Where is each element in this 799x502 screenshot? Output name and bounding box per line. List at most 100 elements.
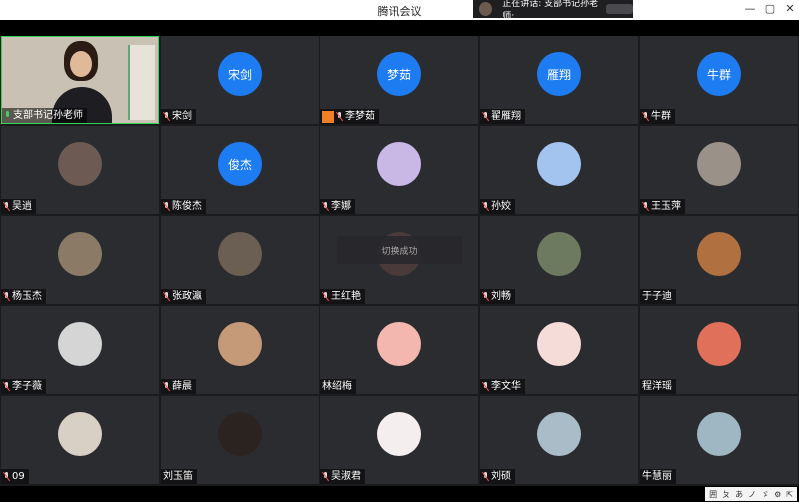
- avatar: [377, 142, 421, 186]
- participant-name: 程洋瑶: [642, 381, 672, 392]
- participant-name-tag: 张政瀛: [161, 289, 206, 304]
- participant-name: 李文华: [491, 381, 521, 392]
- participant-tile[interactable]: 孙姣: [480, 126, 638, 214]
- avatar: [537, 232, 581, 276]
- mic-muted-icon: [163, 382, 170, 391]
- avatar: [58, 232, 102, 276]
- participant-name: 王玉萍: [651, 201, 681, 212]
- participant-name-tag: 于子迪: [640, 289, 676, 304]
- mic-muted-icon: [163, 202, 170, 211]
- video-background: [128, 45, 155, 120]
- avatar: [377, 322, 421, 366]
- participant-tile[interactable]: 俊杰 陈俊杰: [161, 126, 319, 214]
- participant-tile[interactable]: 牛慧丽: [640, 396, 798, 484]
- ime-toolbar[interactable]: 囲ㄆあノゞ ⚙ ⇱: [705, 487, 797, 501]
- ime-item[interactable]: ゞ: [761, 489, 769, 500]
- participant-tile[interactable]: 09: [1, 396, 159, 484]
- mic-muted-icon: [3, 472, 10, 481]
- maximize-button[interactable]: ▢: [761, 2, 779, 16]
- participant-tile[interactable]: 于子迪: [640, 216, 798, 304]
- mic-muted-icon: [482, 202, 489, 211]
- title-bar: 腾讯会议 正在讲话: 支部书记孙老师; — ▢ ✕: [0, 0, 799, 22]
- participant-name-tag: 杨玉杰: [1, 289, 46, 304]
- mic-muted-icon: [322, 472, 329, 481]
- mic-muted-icon: [3, 382, 10, 391]
- participant-name: 刘畅: [491, 291, 511, 302]
- participant-name-tag: 陈俊杰: [161, 199, 206, 214]
- participant-name-tag: 吴淑君: [320, 469, 365, 484]
- avatar: 梦茹: [377, 52, 421, 96]
- participant-tile[interactable]: 李子薇: [1, 306, 159, 394]
- participant-tile[interactable]: 牛群 牛群: [640, 36, 798, 124]
- mic-muted-icon: [482, 112, 489, 121]
- participant-name-tag: 孙姣: [480, 199, 515, 214]
- toast-message: 切换成功: [337, 236, 462, 264]
- avatar: [697, 232, 741, 276]
- participant-name-tag: 薛晨: [161, 379, 196, 394]
- bottom-bar: 囲ㄆあノゞ ⚙ ⇱: [0, 486, 799, 502]
- participant-name: 宋剑: [172, 111, 192, 122]
- participant-name: 王红艳: [331, 291, 361, 302]
- participant-name: 陈俊杰: [172, 201, 202, 212]
- participant-name-tag: 王红艳: [320, 289, 365, 304]
- participant-name-tag: 王玉萍: [640, 199, 685, 214]
- participant-tile[interactable]: 刘硕: [480, 396, 638, 484]
- participant-tile[interactable]: 吴淑君: [320, 396, 478, 484]
- ime-item[interactable]: あ: [735, 489, 743, 500]
- ime-item[interactable]: ノ: [748, 489, 756, 500]
- participant-name: 09: [12, 471, 25, 482]
- speaking-label: 正在讲话: 支部书记孙老师;: [502, 0, 599, 22]
- participant-tile[interactable]: 宋剑 宋剑: [161, 36, 319, 124]
- participant-tile[interactable]: 吴逍: [1, 126, 159, 214]
- participant-name-tag: 09: [1, 469, 29, 484]
- participant-tile[interactable]: 刘玉笛: [161, 396, 319, 484]
- avatar: [697, 142, 741, 186]
- participant-tile[interactable]: 杨玉杰: [1, 216, 159, 304]
- participant-name: 吴逍: [12, 201, 32, 212]
- ime-item[interactable]: ㄆ: [722, 489, 730, 500]
- ime-item[interactable]: ⇱: [786, 490, 793, 499]
- participant-name: 翟雁翔: [491, 111, 521, 122]
- participant-tile[interactable]: 王玉萍: [640, 126, 798, 214]
- participant-tile[interactable]: 薛晨: [161, 306, 319, 394]
- participant-name-tag: 李娜: [320, 199, 355, 214]
- participant-tile[interactable]: 程洋瑶: [640, 306, 798, 394]
- participant-name: 薛晨: [172, 381, 192, 392]
- close-button[interactable]: ✕: [781, 2, 799, 16]
- mic-muted-icon: [3, 292, 10, 301]
- participant-name: 李娜: [331, 201, 351, 212]
- avatar: [377, 412, 421, 456]
- participant-tile[interactable]: 刘畅: [480, 216, 638, 304]
- mic-muted-icon: [322, 202, 329, 211]
- mic-muted-icon: [3, 202, 10, 211]
- participant-tile[interactable]: 梦茹 李梦茹: [320, 36, 478, 124]
- avatar: 宋剑: [218, 52, 262, 96]
- participant-tile[interactable]: 李文华: [480, 306, 638, 394]
- avatar: [537, 322, 581, 366]
- participant-name-tag: 刘玉笛: [161, 469, 197, 484]
- participant-tile[interactable]: 张政瀛: [161, 216, 319, 304]
- participant-name-tag: 牛群: [640, 109, 675, 124]
- minimize-button[interactable]: —: [741, 2, 759, 16]
- mic-icon: [4, 111, 11, 120]
- mic-muted-icon: [482, 472, 489, 481]
- window-title: 腾讯会议: [377, 5, 422, 18]
- blurred-text: [606, 4, 633, 14]
- avatar: [58, 322, 102, 366]
- ime-item[interactable]: ⚙: [774, 490, 781, 499]
- speaking-indicator: 正在讲话: 支部书记孙老师;: [473, 0, 633, 22]
- participant-tile[interactable]: 雁翔 翟雁翔: [480, 36, 638, 124]
- avatar: [537, 412, 581, 456]
- participant-name: 于子迪: [642, 291, 672, 302]
- participant-name: 张政瀛: [172, 291, 202, 302]
- ime-item[interactable]: 囲: [709, 489, 717, 500]
- participant-tile[interactable]: 支部书记孙老师: [1, 36, 159, 124]
- participant-name: 杨玉杰: [12, 291, 42, 302]
- participant-name-tag: 李子薇: [1, 379, 46, 394]
- mic-muted-icon: [163, 112, 170, 121]
- participant-name-tag: 吴逍: [1, 199, 36, 214]
- speaker-avatar: [479, 2, 493, 16]
- participant-tile[interactable]: 林绍梅: [320, 306, 478, 394]
- participant-tile[interactable]: 李娜: [320, 126, 478, 214]
- participant-name: 刘硕: [491, 471, 511, 482]
